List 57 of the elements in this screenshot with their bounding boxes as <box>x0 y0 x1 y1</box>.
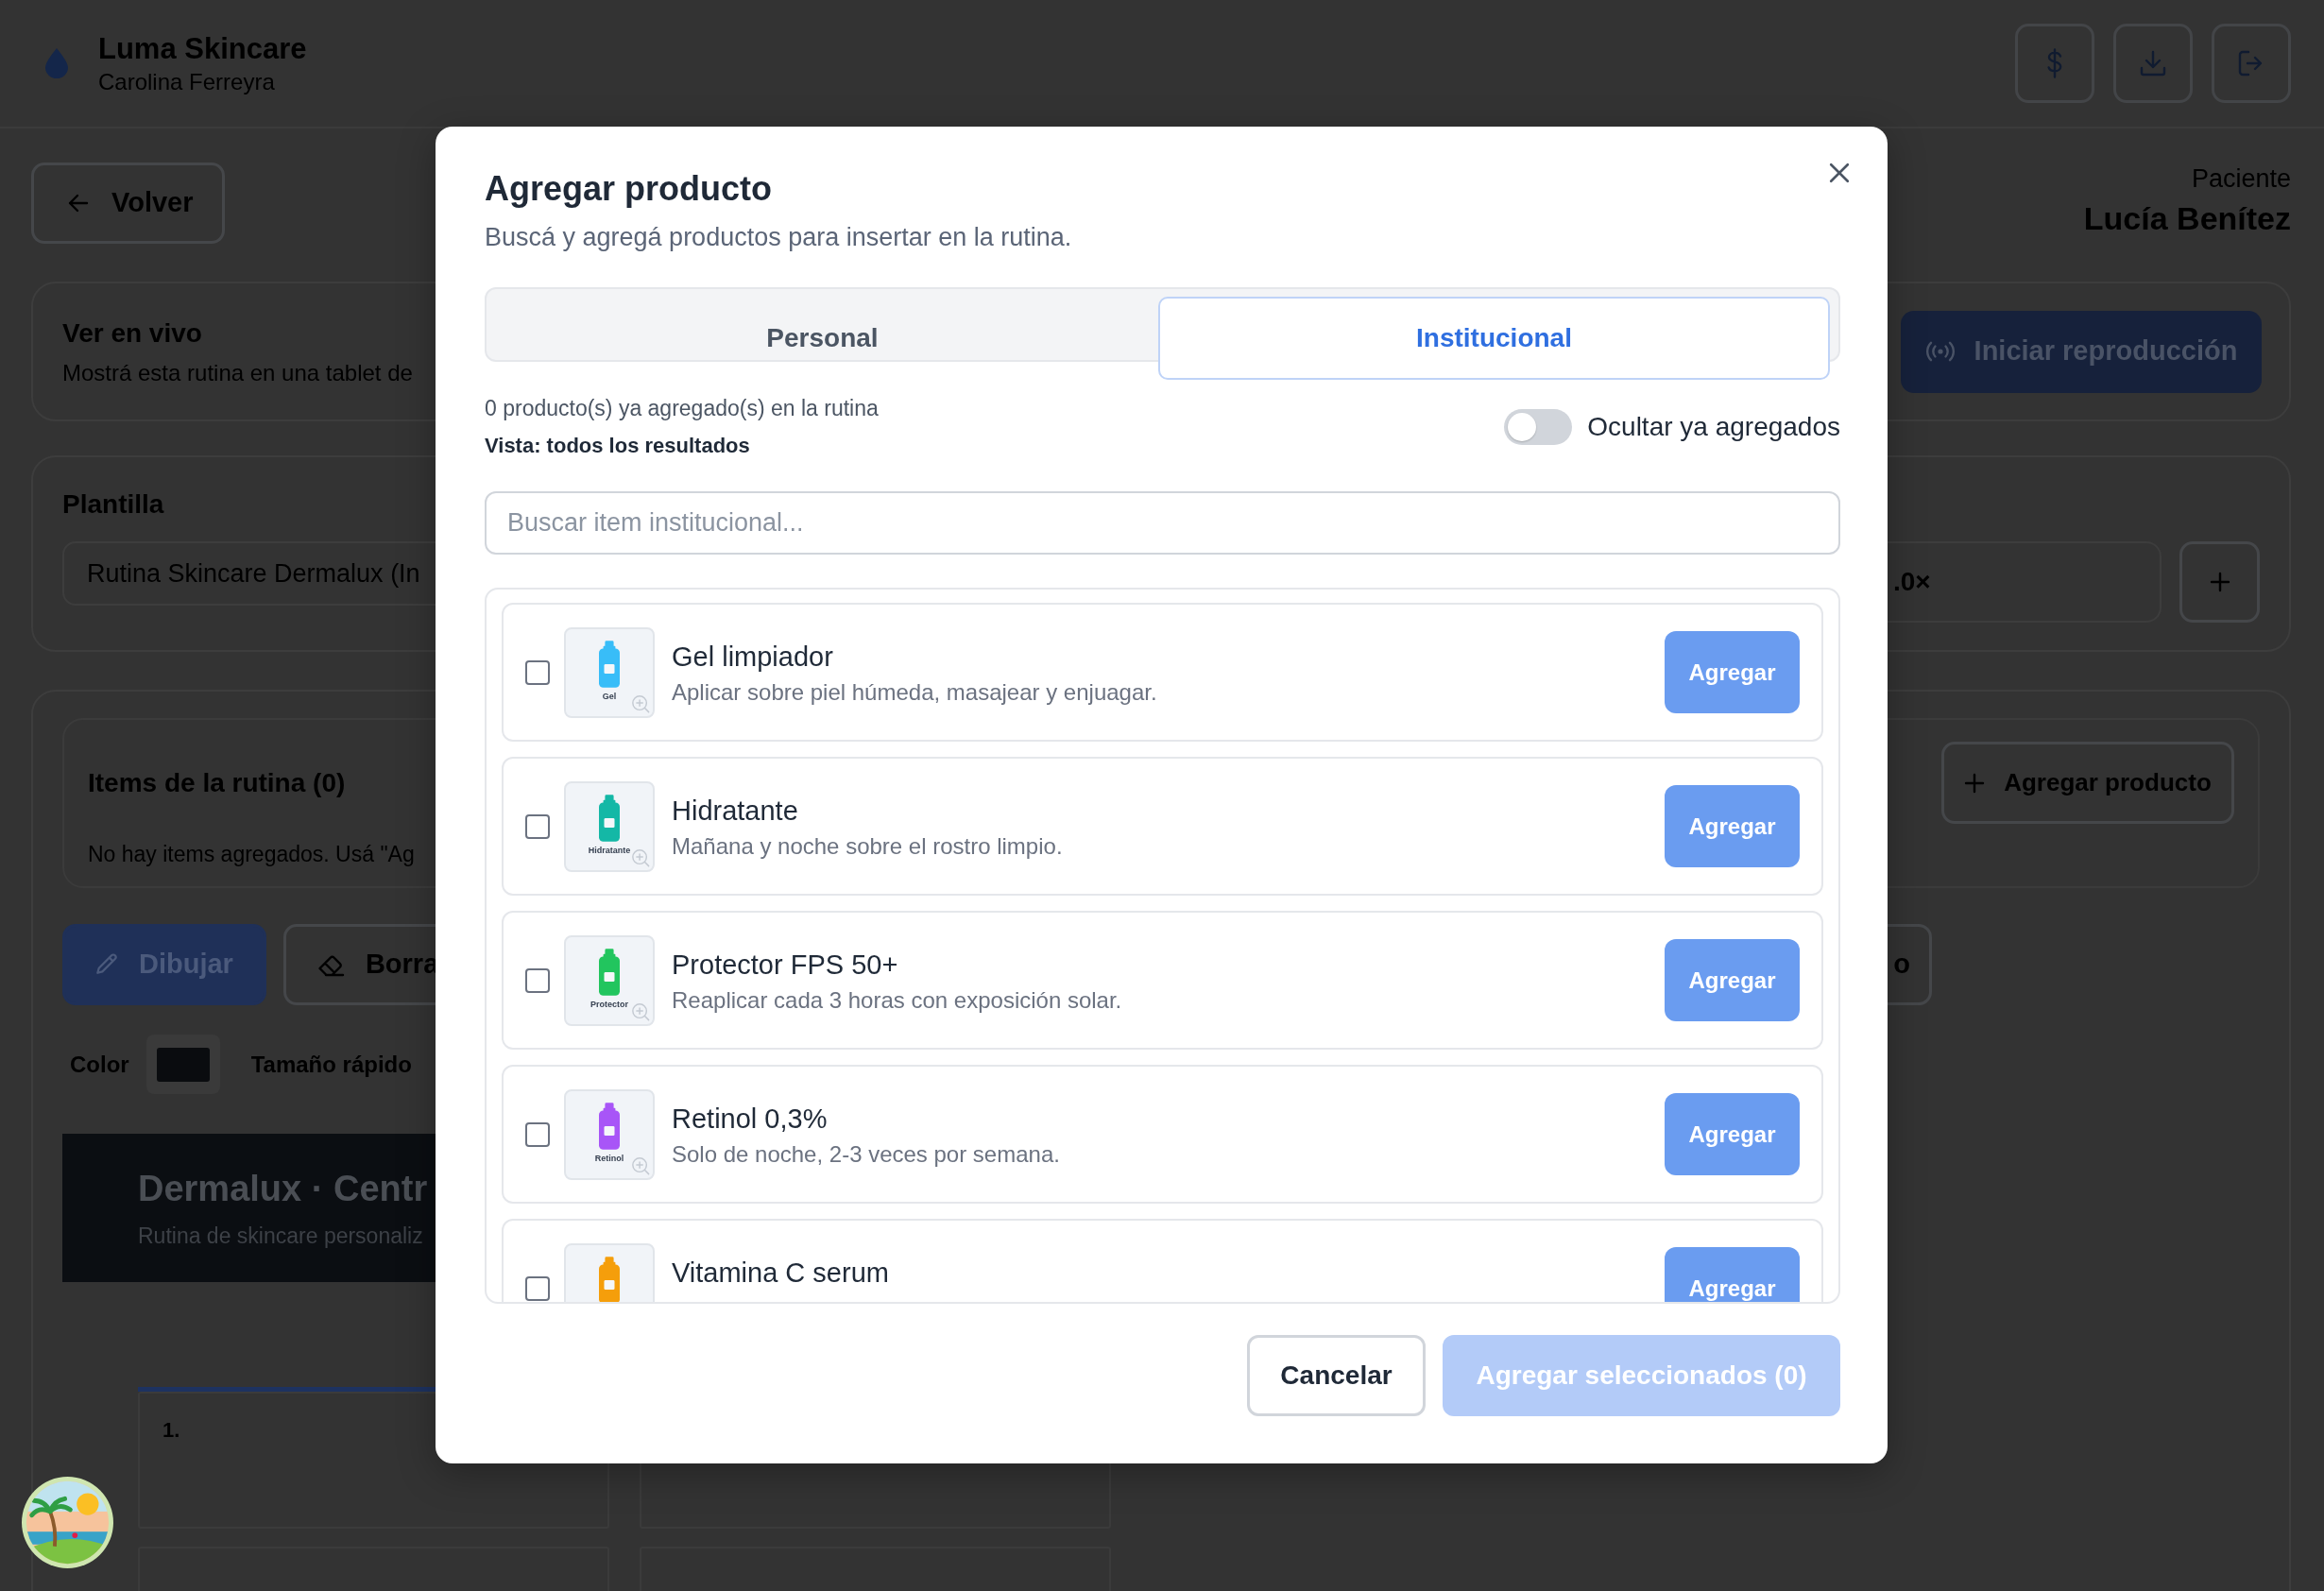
product-row[interactable]: Retinol Retinol 0,3% Solo de noche, 2-3 veces por semana. Agregar <box>502 1065 1823 1204</box>
zoom-in-icon <box>631 847 650 867</box>
add-button[interactable]: Agregar <box>1665 785 1800 867</box>
product-checkbox[interactable] <box>525 1121 550 1147</box>
product-thumbnail[interactable]: Retinol <box>564 1088 655 1180</box>
product-description: Aplicar sobre piel húmeda, masajear y enjuagar. <box>672 678 1157 706</box>
add-button[interactable]: Agregar <box>1665 939 1800 1021</box>
product-description: Solo de noche, 2-3 veces por semana. <box>672 1140 1060 1168</box>
zoom-in-icon <box>631 1155 650 1175</box>
product-description: Reaplicar cada 3 horas con exposición solar. <box>672 986 1122 1014</box>
arrow-left-icon <box>68 194 89 213</box>
dialog-title: Agregar producto <box>485 168 772 209</box>
product-checkbox[interactable] <box>525 813 550 839</box>
product-name: Hidratante <box>672 795 798 828</box>
add-button[interactable]: Agregar <box>1665 1247 1800 1302</box>
product-name: Protector FPS 50+ <box>672 949 898 982</box>
tab[interactable]: Institucional <box>1158 297 1830 380</box>
download-icon <box>2140 50 2166 77</box>
product-row[interactable]: Gel Gel limpiador Aplicar sobre piel húmeda, masajear y enjuagar. Agregar <box>502 603 1823 742</box>
product-checkbox[interactable] <box>525 659 550 685</box>
hide-added-label: Ocultar ya agregados <box>1587 411 1840 443</box>
logout-icon <box>2238 50 2264 77</box>
banner-title: Dermalux · Centr <box>138 1168 428 1210</box>
thumbnail-label: Retinol <box>594 1153 624 1164</box>
product-description: Mañana y noche sobre el rostro limpio. <box>672 832 1063 860</box>
product-thumbnail[interactable]: Protector <box>564 934 655 1026</box>
hide-added-switch[interactable] <box>1504 409 1573 445</box>
plus-icon <box>2209 572 2230 592</box>
add-button[interactable]: Agregar <box>1665 1093 1800 1175</box>
thumbnail-label: Gel <box>602 691 617 702</box>
zoom-in-icon <box>631 693 650 713</box>
zoom-in-icon <box>631 1001 650 1021</box>
broadcast-icon <box>1924 341 1956 362</box>
add-button[interactable]: Agregar <box>1665 631 1800 713</box>
product-row[interactable]: Protector Protector FPS 50+ Reaplicar cada 3 horas con exposición solar. Agregar <box>502 911 1823 1050</box>
product-name: Retinol 0,3% <box>672 1103 828 1136</box>
pencil-icon <box>95 953 118 976</box>
product-name: Vitamina C serum <box>672 1257 889 1290</box>
search-field[interactable]: Buscar item institucional... <box>485 491 1840 555</box>
drop-icon <box>45 48 68 78</box>
product-thumbnail[interactable]: Gel <box>564 626 655 718</box>
product-checkbox[interactable] <box>525 1275 550 1301</box>
tab[interactable]: Personal <box>487 297 1158 380</box>
dollar-icon <box>2045 48 2064 78</box>
product-thumbnail[interactable]: Hidratante <box>564 780 655 872</box>
dialog-subtitle: Buscá y agregá productos para insertar en la rutina. <box>485 222 1072 252</box>
plus-icon <box>1964 772 1986 794</box>
thumbnail-label: Hidratante <box>588 845 631 856</box>
added-count-text: 0 producto(s) ya agregado(s) en la rutina <box>485 395 879 421</box>
product-row[interactable]: Hidratante Hidratante Mañana y noche sobre el rostro limpio. Agregar <box>502 757 1823 896</box>
close-icon <box>1829 163 1850 183</box>
color-picker[interactable] <box>145 1035 220 1094</box>
product-checkbox[interactable] <box>525 967 550 993</box>
cancel-button[interactable]: Cancelar <box>1247 1335 1426 1416</box>
view-mode-text: Vista: todos los resultados <box>485 433 750 459</box>
thumbnail-label: Protector <box>590 999 628 1010</box>
product-name: Gel limpiador <box>672 641 833 674</box>
